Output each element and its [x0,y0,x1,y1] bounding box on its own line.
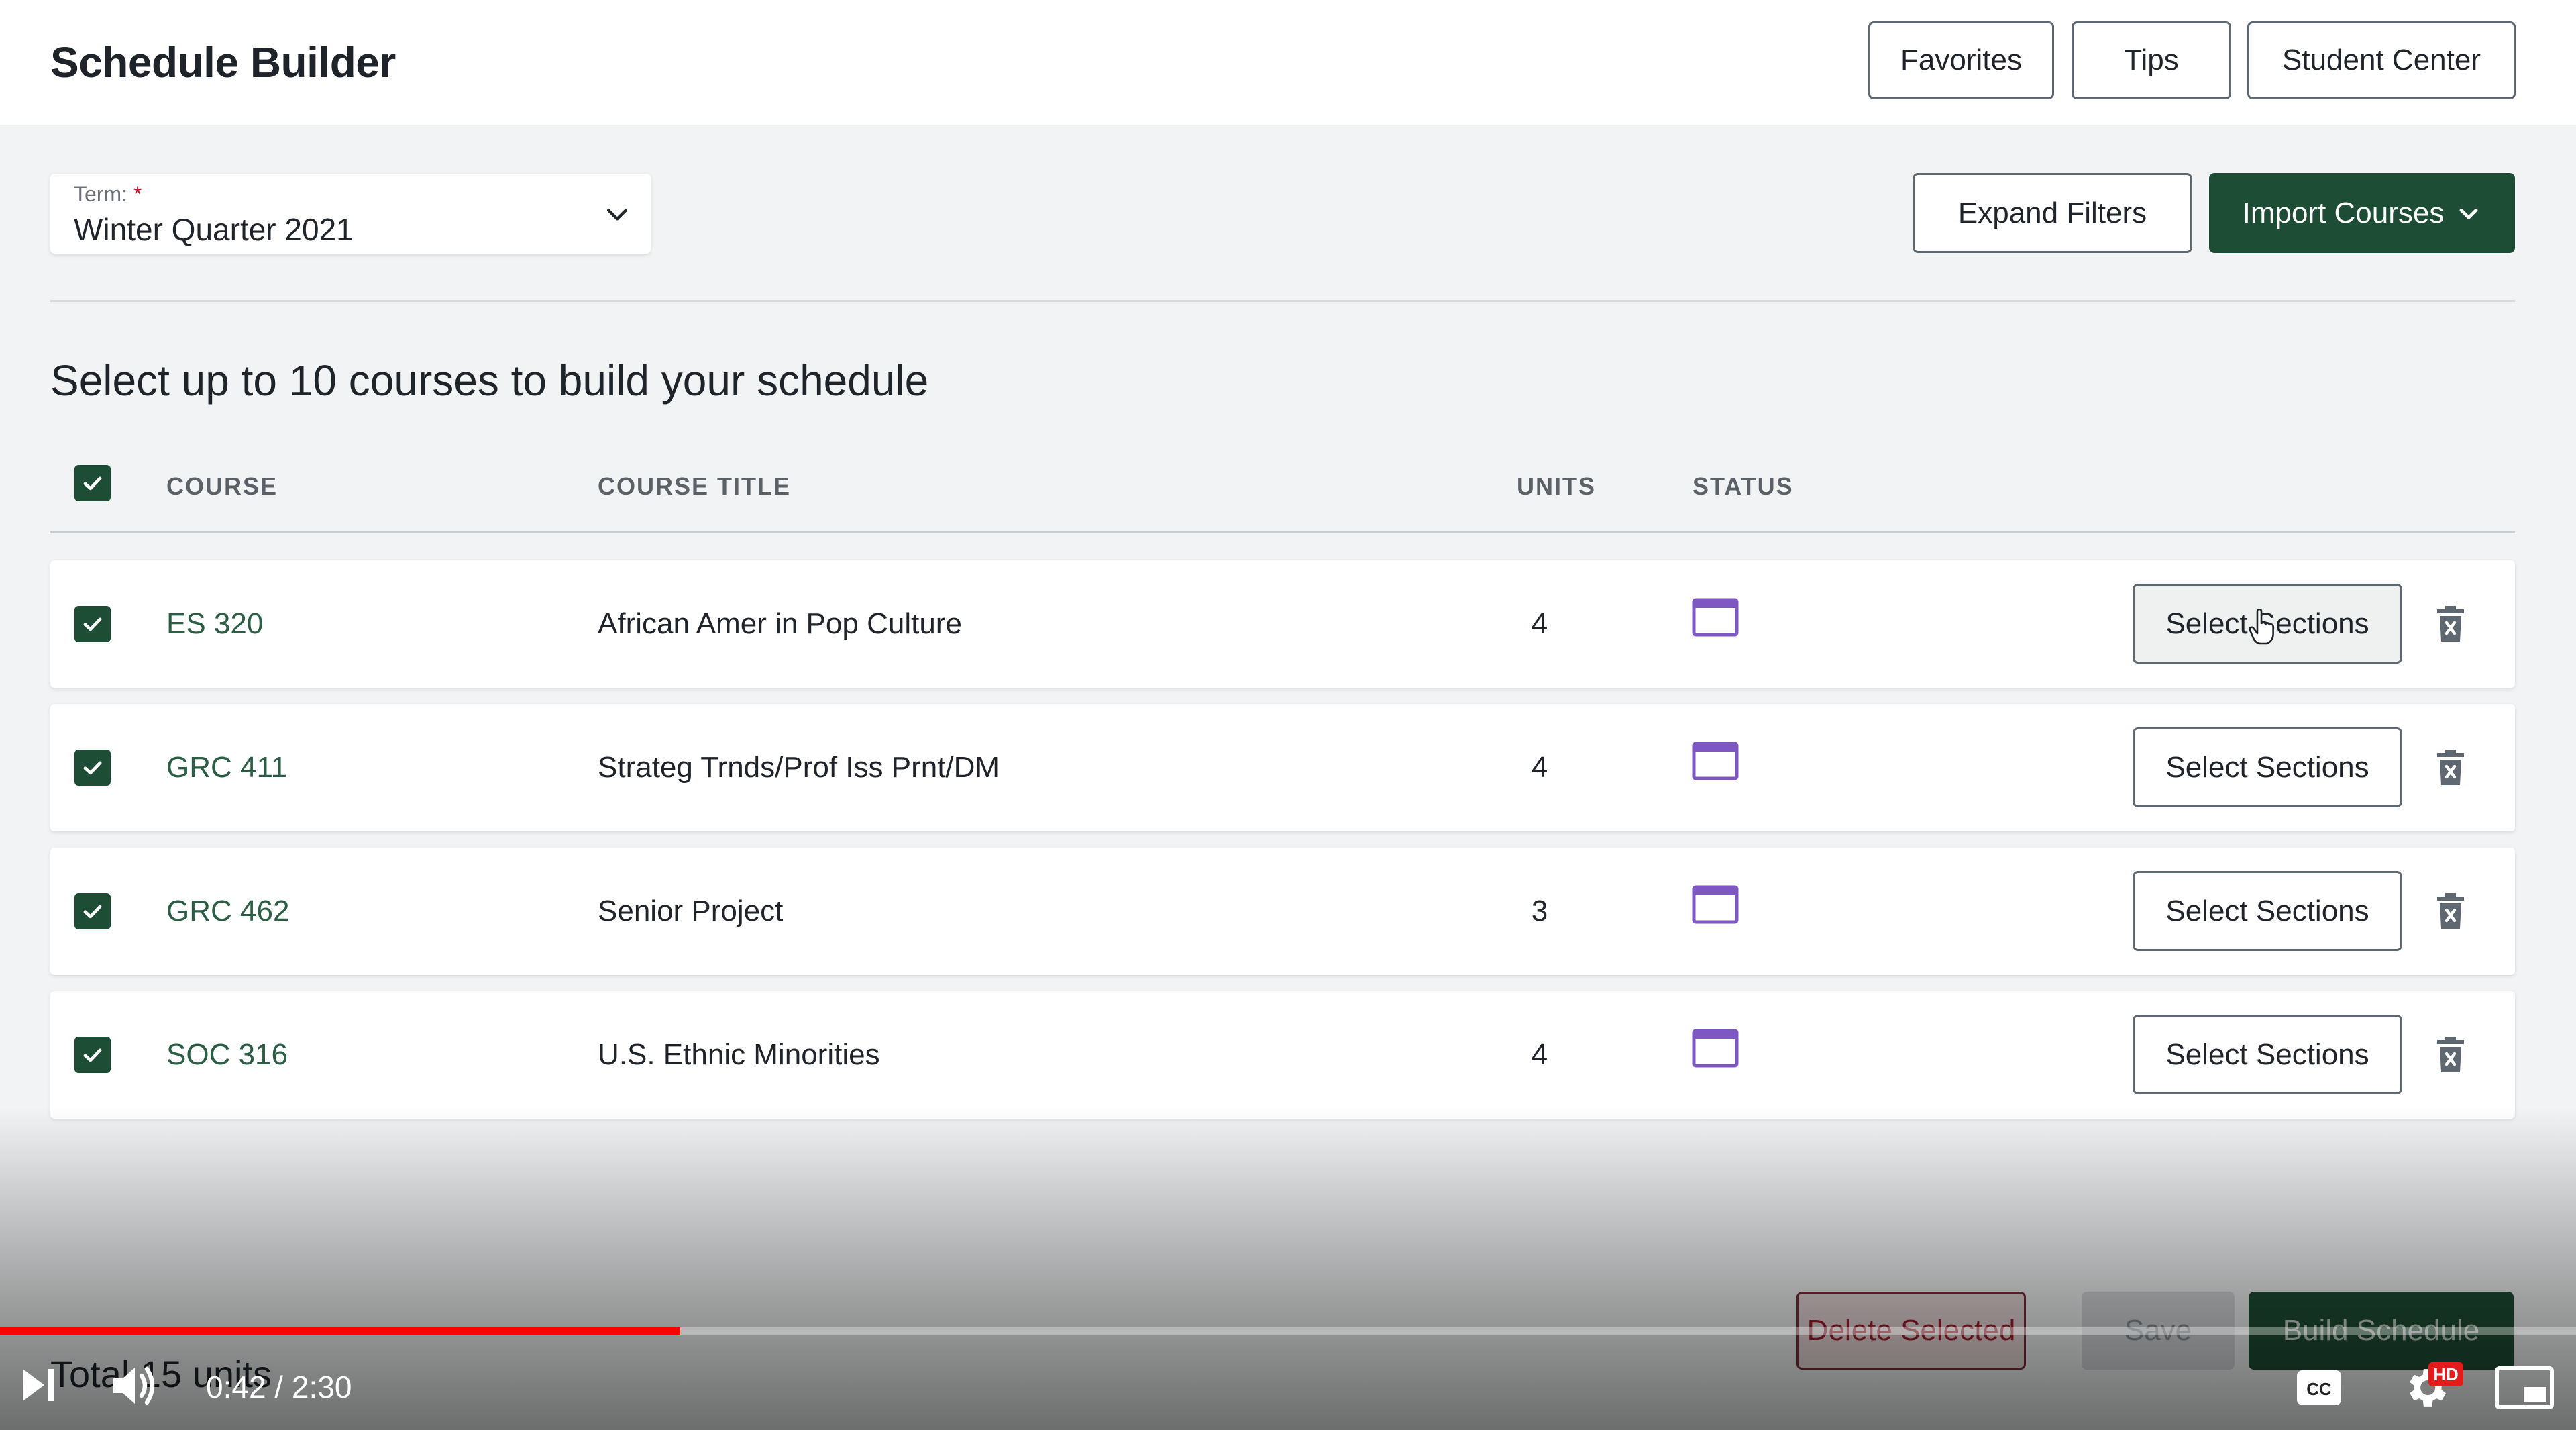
select-sections-button[interactable]: Select Sections [2133,871,2402,951]
svg-text:CC: CC [2306,1379,2332,1399]
chevron-down-icon [2459,208,2478,219]
check-icon [83,617,102,631]
select-all-checkbox[interactable] [74,465,111,501]
volume-icon[interactable] [111,1362,167,1409]
trash-icon[interactable] [2434,605,2467,643]
instructions-heading: Select up to 10 courses to build your sc… [50,356,929,405]
closed-captions-icon[interactable]: CC [2296,1369,2343,1407]
import-courses-label: Import Courses [2242,196,2445,229]
trash-icon[interactable] [2434,892,2467,930]
expand-filters-button[interactable]: Expand Filters [1913,173,2192,253]
video-progress-bar[interactable] [0,1327,2576,1335]
app-header: Schedule Builder Favorites Tips Student … [0,0,2576,125]
course-title: African Amer in Pop Culture [598,607,962,640]
tips-button[interactable]: Tips [2072,21,2231,99]
hd-badge: HD [2428,1362,2463,1386]
student-center-button[interactable]: Student Center [2247,21,2516,99]
column-header-units: UNITS [1517,472,1596,500]
course-units: 4 [1531,1038,1548,1071]
course-units: 4 [1531,607,1548,640]
window-icon [1692,885,1739,924]
course-code-link[interactable]: GRC 462 [166,895,289,928]
term-value: Winter Quarter 2021 [74,212,354,247]
course-units: 3 [1531,895,1548,927]
table-row: SOC 316 U.S. Ethnic Minorities 4 Select … [50,991,2515,1119]
row-checkbox[interactable] [74,750,111,786]
course-code-link[interactable]: ES 320 [166,607,263,641]
course-code-link[interactable]: GRC 411 [166,751,287,784]
table-row: GRC 411 Strateg Trnds/Prof Iss Prnt/DM 4… [50,704,2515,831]
course-title: Strateg Trnds/Prof Iss Prnt/DM [598,751,1000,784]
window-icon [1692,742,1739,780]
column-header-course-title: COURSE TITLE [598,472,792,500]
trash-icon[interactable] [2434,749,2467,786]
trash-icon[interactable] [2434,1036,2467,1074]
favorites-button[interactable]: Favorites [1868,21,2054,99]
course-code-link[interactable]: SOC 316 [166,1038,288,1072]
term-select[interactable]: Term: * Winter Quarter 2021 [50,174,651,254]
video-progress-fill [0,1327,680,1335]
hand-cursor-icon [2249,609,2274,645]
course-units: 4 [1531,751,1548,784]
row-checkbox[interactable] [74,1037,111,1073]
required-mark: * [133,182,142,206]
video-time: 0:42 / 2:30 [206,1370,352,1405]
table-row: ES 320 African Amer in Pop Culture 4 Sel… [50,560,2515,688]
row-checkbox[interactable] [74,606,111,642]
miniplayer-icon[interactable] [2494,1366,2555,1410]
course-title: Senior Project [598,895,784,927]
select-sections-button[interactable]: Select Sections [2133,727,2402,807]
table-row: GRC 462 Senior Project 3 Select Sections [50,848,2515,975]
check-icon [83,905,102,919]
course-title: U.S. Ethnic Minorities [598,1038,880,1071]
check-icon [83,761,102,775]
chevron-down-icon[interactable] [602,199,632,229]
term-label-text: Term: [74,182,127,206]
row-checkbox[interactable] [74,893,111,929]
column-header-status: STATUS [1693,472,1794,500]
select-sections-button[interactable]: Select Sections [2133,1015,2402,1094]
page-title: Schedule Builder [50,38,396,87]
import-courses-button[interactable]: Import Courses [2209,173,2515,253]
check-icon [83,476,102,491]
term-label: Term: * [74,182,142,207]
window-icon [1692,598,1739,637]
play-icon[interactable] [19,1364,62,1407]
table-header-divider [50,531,2515,533]
column-header-course: COURSE [166,472,278,500]
video-controls-gradient [0,1107,2576,1430]
divider [50,300,2515,302]
check-icon [83,1048,102,1062]
window-icon [1692,1029,1739,1068]
